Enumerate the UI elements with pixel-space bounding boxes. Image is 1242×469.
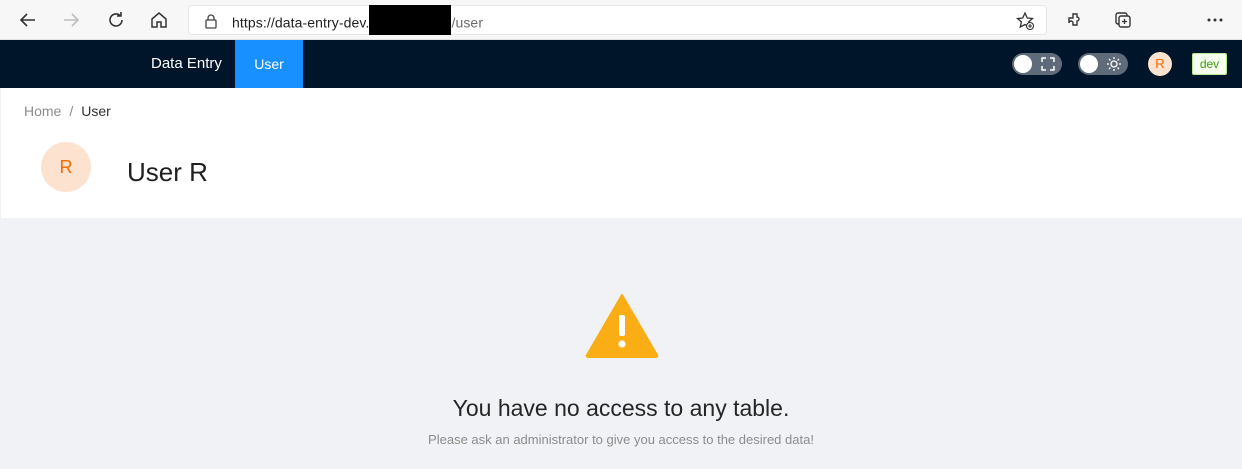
lock-icon xyxy=(204,13,218,34)
more-menu-icon[interactable] xyxy=(1203,8,1227,32)
fullscreen-icon xyxy=(1040,56,1056,77)
page-title: User R xyxy=(127,157,208,187)
result-subtitle: Please ask an administrator to give you … xyxy=(428,432,814,447)
user-avatar[interactable]: R xyxy=(1148,52,1172,76)
browser-toolbar: https://data-entry-dev. /user xyxy=(0,0,1242,40)
forward-icon[interactable] xyxy=(59,8,83,32)
url-path: /user xyxy=(451,14,484,31)
add-favorite-icon[interactable] xyxy=(1015,11,1035,36)
redacted-block xyxy=(369,5,452,35)
breadcrumb-separator: / xyxy=(69,103,74,119)
back-icon[interactable] xyxy=(16,8,40,32)
address-bar[interactable]: https://data-entry-dev. /user xyxy=(188,5,1047,35)
breadcrumb: Home / User xyxy=(24,103,111,119)
home-icon[interactable] xyxy=(147,8,171,32)
fullscreen-toggle[interactable] xyxy=(1012,53,1062,75)
reload-icon[interactable] xyxy=(104,8,128,32)
collections-icon[interactable] xyxy=(1111,8,1135,32)
result-title: You have no access to any table. xyxy=(452,395,790,421)
toggle-knob xyxy=(1080,55,1098,73)
tab-user[interactable]: User xyxy=(235,40,303,88)
url-text: https://data-entry-dev. /user xyxy=(232,5,484,35)
sun-icon xyxy=(1106,56,1122,77)
theme-toggle[interactable] xyxy=(1078,53,1128,75)
no-access-result: You have no access to any table. Please … xyxy=(0,218,1242,469)
profile-avatar: R xyxy=(41,142,91,192)
page-header: Home / User R User R xyxy=(1,88,1242,218)
warning-icon xyxy=(585,293,659,364)
environment-tag: dev xyxy=(1192,53,1227,75)
breadcrumb-current: User xyxy=(81,103,111,119)
toggle-knob xyxy=(1014,55,1032,73)
app-header: Data Entry User R dev xyxy=(0,40,1242,88)
extensions-icon[interactable] xyxy=(1062,8,1086,32)
url-host: https://data-entry-dev. xyxy=(232,14,370,31)
breadcrumb-home[interactable]: Home xyxy=(24,103,61,119)
brand-link[interactable]: Data Entry xyxy=(151,40,222,88)
